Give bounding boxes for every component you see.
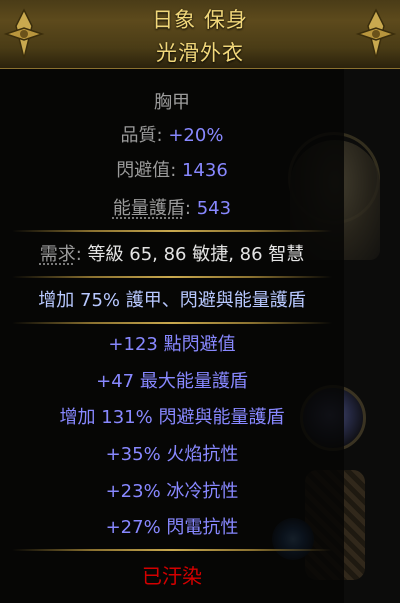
item-tooltip: 日象 保身 光滑外衣 胸甲 品質: +20% 閃避值: 1436 能量護盾: 5… [0, 0, 400, 603]
property-evasion: 閃避值: 1436 [116, 160, 228, 181]
item-name: 日象 保身 [152, 8, 248, 32]
separator [12, 230, 332, 232]
explicit-mod: +23% 冰冷抗性 [105, 481, 239, 502]
explicit-mod: +47 最大能量護盾 [96, 371, 248, 392]
implicit-mod: 增加 75% 護甲、閃避與能量護盾 [38, 290, 306, 311]
corrupted-label: 已汙染 [142, 564, 202, 588]
property-label: 品質 [120, 125, 157, 146]
ornament-right-icon [355, 8, 397, 59]
separator [12, 549, 332, 551]
explicit-mod: +27% 閃電抗性 [105, 517, 239, 538]
tooltip-header: 日象 保身 光滑外衣 [0, 0, 400, 69]
requirements-text: 等級 65, 86 敏捷, 86 智慧 [87, 244, 305, 265]
separator [12, 322, 332, 324]
property-value: +20% [168, 125, 224, 146]
explicit-mod: +35% 火焰抗性 [105, 444, 239, 465]
requirements-label: 需求 [39, 244, 76, 265]
property-label: 閃避值 [116, 160, 171, 181]
property-energy-shield: 能量護盾: 543 [112, 198, 232, 219]
explicit-mod: 增加 131% 閃避與能量護盾 [59, 407, 285, 428]
property-label: 能量護盾 [112, 198, 185, 219]
separator [12, 276, 332, 278]
property-value: 543 [196, 198, 232, 219]
item-base-type: 光滑外衣 [156, 41, 244, 65]
requirements: 需求: 等級 65, 86 敏捷, 86 智慧 [39, 244, 305, 265]
property-value: 1436 [181, 160, 228, 181]
property-quality: 品質: +20% [120, 125, 224, 146]
explicit-mod: +123 點閃避值 [108, 334, 236, 355]
item-class: 胸甲 [154, 92, 190, 113]
